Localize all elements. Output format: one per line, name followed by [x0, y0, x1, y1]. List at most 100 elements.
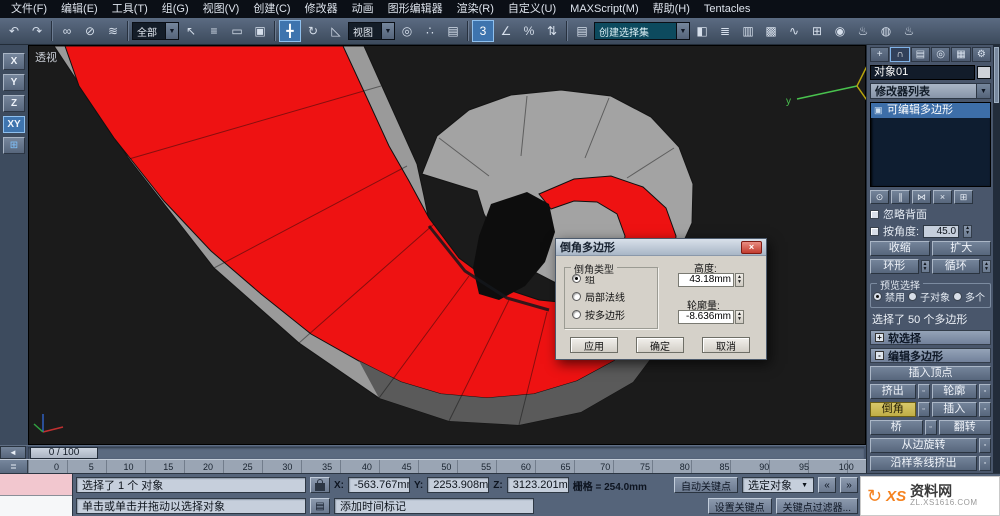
undo-icon[interactable]: ↶ — [3, 20, 25, 42]
panel-scroll-thumb[interactable] — [994, 47, 999, 103]
select-by-name-icon[interactable]: ≡ — [203, 20, 225, 42]
panel-scrollbar[interactable] — [993, 45, 1000, 473]
inset-button[interactable]: 插入 — [931, 402, 977, 417]
outline-amount-field[interactable]: -8.636mm — [678, 310, 734, 324]
menu-file[interactable]: 文件(F) — [4, 0, 54, 18]
modifier-list-dropdown[interactable]: 修改器列表 ▼ — [870, 83, 991, 99]
inset-settings-icon[interactable]: ▫ — [979, 402, 991, 417]
preview-multiple-radio[interactable] — [953, 292, 962, 301]
tab-motion[interactable]: ◎ — [930, 47, 951, 62]
previous-frame-icon[interactable]: « — [818, 477, 836, 493]
extrude-settings-icon[interactable]: ▫ — [917, 384, 930, 399]
make-unique-icon[interactable]: ⋈ — [912, 190, 931, 204]
selection-filter-dropdown[interactable]: 全部 ▼ — [132, 22, 179, 40]
bevel-type-polygon-radio[interactable] — [572, 310, 581, 319]
menu-help[interactable]: 帮助(H) — [646, 0, 697, 18]
rollout-edit-polygons[interactable]: - 编辑多边形 — [870, 348, 991, 363]
hinge-from-edge-button[interactable]: 从边旋转 — [870, 438, 977, 453]
constraint-xy-plane-button[interactable]: XY — [3, 116, 25, 133]
track-bar-ruler[interactable]: 0 5 10 15 20 25 30 35 40 45 50 55 60 65 … — [28, 460, 866, 473]
menu-rendering[interactable]: 渲染(R) — [450, 0, 501, 18]
angle-snap-icon[interactable]: ∠ — [495, 20, 517, 42]
snaps-toggle-icon[interactable]: 3 — [472, 20, 494, 42]
by-angle-field[interactable]: 45.0 — [923, 224, 960, 238]
unlink-selection-icon[interactable]: ⊘ — [79, 20, 101, 42]
reference-coordinate-dropdown[interactable]: 视图 ▼ — [348, 22, 395, 40]
track-bar-lead-button[interactable]: ≣ — [0, 460, 28, 473]
layer-manager-icon[interactable]: ▥ — [737, 20, 759, 42]
macro-recorder-strip[interactable] — [0, 474, 72, 496]
height-field[interactable]: 43.18mm — [678, 273, 734, 287]
material-editor-icon[interactable]: ◉ — [829, 20, 851, 42]
menu-maxscript[interactable]: MAXScript(M) — [563, 0, 645, 18]
select-rotate-icon[interactable]: ↻ — [302, 20, 324, 42]
time-slider-track[interactable]: 0 / 100 — [28, 446, 864, 459]
menu-customize[interactable]: 自定义(U) — [501, 0, 563, 18]
schematic-view-icon[interactable]: ⊞ — [806, 20, 828, 42]
outline-button[interactable]: 轮廓 — [931, 384, 977, 399]
ignore-backfacing-checkbox[interactable] — [870, 209, 879, 219]
apply-button[interactable]: 应用 — [570, 337, 618, 353]
remove-modifier-icon[interactable]: × — [933, 190, 952, 204]
mirror-icon[interactable]: ◧ — [691, 20, 713, 42]
rollout-soft-selection[interactable]: + 软选择 — [870, 330, 991, 345]
keyboard-shortcut-override-icon[interactable]: ▤ — [310, 498, 330, 514]
grow-button[interactable]: 扩大 — [931, 241, 991, 256]
modifier-stack[interactable]: 可编辑多边形 — [870, 102, 991, 187]
align-icon[interactable]: ≣ — [714, 20, 736, 42]
select-manipulate-icon[interactable]: ∴ — [419, 20, 441, 42]
extrude-button[interactable]: 挤出 — [870, 384, 916, 399]
auto-key-button[interactable]: 自动关键点 — [674, 477, 738, 493]
height-spinner[interactable] — [735, 273, 744, 287]
z-coord-field[interactable]: 3123.201mm — [506, 477, 569, 493]
select-scale-icon[interactable]: ◺ — [325, 20, 347, 42]
percent-snap-icon[interactable]: % — [518, 20, 540, 42]
open-mini-curve-editor-button[interactable]: ◄ — [0, 446, 26, 459]
edit-named-selections-icon[interactable]: ▤ — [571, 20, 593, 42]
tab-modify[interactable]: ∩ — [890, 47, 910, 62]
named-selection-dropdown[interactable]: 创建选择集 ▼ — [594, 22, 690, 40]
outline-amount-spinner[interactable] — [735, 310, 744, 324]
key-mode-dropdown[interactable]: 选定对象 ▼ — [742, 477, 814, 493]
bevel-button[interactable]: 倒角 — [870, 402, 916, 417]
menu-graph-editors[interactable]: 图形编辑器 — [381, 0, 450, 18]
bevel-type-local-radio[interactable] — [572, 292, 581, 301]
spinner-snap-icon[interactable]: ⇅ — [541, 20, 563, 42]
constraint-z-button[interactable]: Z — [3, 95, 25, 112]
preview-subobject-radio[interactable] — [908, 292, 917, 301]
use-pivot-center-icon[interactable]: ◎ — [396, 20, 418, 42]
bridge-button[interactable]: 桥 — [870, 420, 923, 435]
bridge-settings-icon[interactable]: ▫ — [924, 420, 937, 435]
configure-modifier-sets-icon[interactable]: ⊞ — [954, 190, 973, 204]
ribbon-toggle-icon[interactable]: ▩ — [760, 20, 782, 42]
hinge-settings-icon[interactable]: ▫ — [979, 438, 991, 453]
menu-create[interactable]: 创建(C) — [246, 0, 297, 18]
bevel-type-group-radio[interactable] — [572, 274, 581, 283]
y-coord-field[interactable]: 2253.908mm — [427, 477, 490, 493]
preview-disable-radio[interactable] — [873, 292, 882, 301]
stack-item-editable-poly[interactable]: 可编辑多边形 — [871, 103, 990, 118]
keyboard-override-icon[interactable]: ▤ — [442, 20, 464, 42]
rendered-frame-icon[interactable]: ◍ — [875, 20, 897, 42]
redo-icon[interactable]: ↷ — [26, 20, 48, 42]
bind-spacewarp-icon[interactable]: ≋ — [102, 20, 124, 42]
close-icon[interactable]: × — [741, 240, 762, 254]
flip-button[interactable]: 翻转 — [938, 420, 991, 435]
insert-vertex-button[interactable]: 插入顶点 — [870, 366, 991, 381]
object-color-swatch[interactable] — [977, 66, 991, 79]
outline-settings-icon[interactable]: ▫ — [979, 384, 991, 399]
by-angle-spinner[interactable] — [963, 224, 973, 238]
loop-spinner[interactable] — [982, 260, 991, 273]
menu-tools[interactable]: 工具(T) — [105, 0, 155, 18]
menu-modifiers[interactable]: 修改器 — [298, 0, 345, 18]
by-angle-checkbox[interactable] — [870, 226, 879, 236]
ok-button[interactable]: 确定 — [636, 337, 684, 353]
tab-create[interactable]: + — [870, 47, 890, 62]
extrude-along-spline-button[interactable]: 沿样条线挤出 — [870, 456, 977, 471]
constraint-x-button[interactable]: X — [3, 53, 25, 70]
curve-editor-icon[interactable]: ∿ — [783, 20, 805, 42]
window-crossing-icon[interactable]: ▣ — [249, 20, 271, 42]
pin-stack-icon[interactable]: ⊙ — [870, 190, 889, 204]
tab-display[interactable]: ▦ — [951, 47, 971, 62]
bevel-polygon-dialog[interactable]: 倒角多边形 × 倒角类型 组 局部法线 按多边形 高度: 43.18mm ▲ ▼… — [555, 238, 767, 360]
